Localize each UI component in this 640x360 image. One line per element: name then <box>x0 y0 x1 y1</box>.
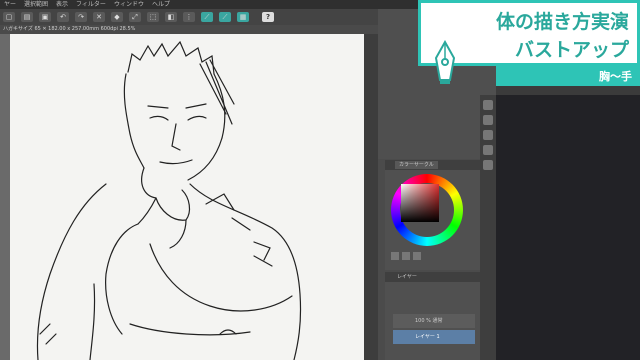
color-wheel-tab[interactable]: カラーサークル <box>385 160 480 170</box>
undo-icon[interactable]: ↶ <box>57 12 69 22</box>
invert-icon[interactable]: ◧ <box>165 12 177 22</box>
special-ruler-snap-icon[interactable]: ⟋ <box>219 12 231 22</box>
help-button[interactable]: ? <box>262 12 274 22</box>
portrait-sketch <box>36 40 302 360</box>
canvas-info-bar: ハガキサイズ 65 ✕ 182.00 x 257.00mm 600dpi 28.… <box>0 25 378 34</box>
layer-panel: レイヤー 100 % 通常 レイヤー 1 <box>385 272 480 360</box>
new-icon[interactable]: ▢ <box>3 12 15 22</box>
grid-snap-icon[interactable]: ▦ <box>237 12 249 22</box>
redo-icon[interactable]: ↷ <box>75 12 87 22</box>
navigator-icon[interactable] <box>483 100 493 110</box>
menu-item-filter[interactable]: フィルター <box>72 0 110 9</box>
open-icon[interactable]: ▤ <box>21 12 33 22</box>
canvas-scrollbar[interactable] <box>364 34 378 360</box>
brush-icon[interactable] <box>483 130 493 140</box>
ruler-snap-icon[interactable]: ⟋ <box>201 12 213 22</box>
title-line-2: バストアップ <box>514 39 629 61</box>
menu-item-window[interactable]: ウィンドウ <box>110 0 148 9</box>
menu-bar: ヤー 選択範囲 表示 フィルター ウィンドウ ヘルプ <box>0 0 420 9</box>
fill-tool-icon[interactable] <box>483 160 493 170</box>
saturation-value-square[interactable] <box>401 184 439 222</box>
menu-item-help[interactable]: ヘルプ <box>148 0 174 9</box>
dark-background <box>496 95 640 360</box>
canvas-area[interactable] <box>0 34 378 360</box>
sub-color-swatch[interactable] <box>402 252 410 260</box>
save-icon[interactable]: ▣ <box>39 12 51 22</box>
fill-icon[interactable]: ◆ <box>111 12 123 22</box>
layer-row[interactable]: 100 % 通常 <box>393 314 475 328</box>
transparent-swatch[interactable] <box>413 252 421 260</box>
deselect-icon[interactable]: ⬚ <box>147 12 159 22</box>
drawing-paper[interactable] <box>10 34 364 360</box>
layer-row-selected[interactable]: レイヤー 1 <box>393 330 475 344</box>
pen-nib-icon <box>434 40 456 84</box>
snap-icon[interactable]: ⋮ <box>183 12 195 22</box>
command-toolbar: ▢ ▤ ▣ ↶ ↷ ✕ ◆ ⤢ ⬚ ◧ ⋮ ⟋ ⟋ ▦ ? <box>0 9 420 25</box>
menu-item-layer[interactable]: ヤー <box>0 0 20 9</box>
clear-icon[interactable]: ✕ <box>93 12 105 22</box>
panel-icon-strip <box>480 95 496 360</box>
search-icon[interactable] <box>483 115 493 125</box>
layer-tab[interactable]: レイヤー <box>385 272 480 282</box>
color-wheel-panel: カラーサークル <box>385 160 480 270</box>
eraser-icon[interactable] <box>483 145 493 155</box>
title-line-1: 体の描き方実演 <box>495 11 629 33</box>
menu-item-view[interactable]: 表示 <box>52 0 72 9</box>
transform-icon[interactable]: ⤢ <box>129 12 141 22</box>
subtitle: 胸〜手 <box>599 70 632 83</box>
menu-item-selection[interactable]: 選択範囲 <box>20 0 52 9</box>
main-color-swatch[interactable] <box>391 252 399 260</box>
subtitle-bar: 胸〜手 <box>496 66 640 86</box>
color-swatch-row <box>391 252 424 260</box>
